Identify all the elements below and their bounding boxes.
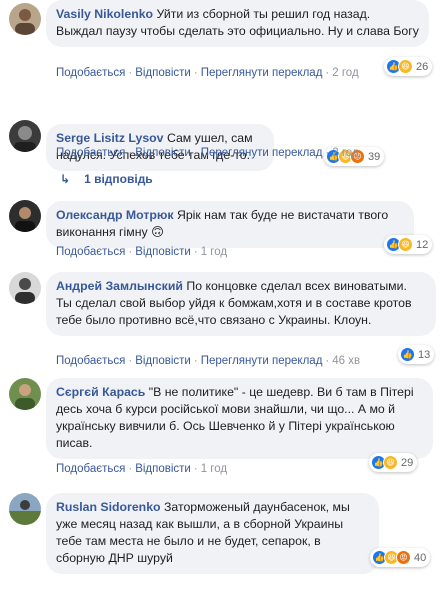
avatar[interactable] <box>9 3 41 35</box>
comment-author[interactable]: Сєргєй Карась <box>56 385 145 399</box>
reply-arrow-icon: ↳ <box>60 172 71 186</box>
separator: · <box>193 67 198 79</box>
comment-author[interactable]: Serge Lisitz Lysov <box>56 131 164 145</box>
like-link[interactable]: Подобається <box>56 463 125 475</box>
comment-bubble: Сєргєй Карась "В не политике" - це шедев… <box>46 378 433 459</box>
avatar[interactable] <box>9 120 41 152</box>
comment-actions: Подобається · Відповісти · Переглянути перек… <box>56 355 360 367</box>
avatar[interactable] <box>9 493 41 525</box>
comment-time[interactable]: 2 год <box>332 147 358 159</box>
reaction-count: 40 <box>414 551 427 564</box>
comment-time[interactable]: 2 год <box>332 67 358 79</box>
reaction-count: 12 <box>416 238 429 251</box>
comment-author[interactable]: Ruslan Sidorenko <box>56 500 161 514</box>
comment-bubble: Андрей Замлынский По концовке сделал все… <box>46 272 436 336</box>
separator: · <box>128 67 133 79</box>
separator: · <box>325 147 330 159</box>
like-link[interactable]: Подобається <box>56 67 125 79</box>
replies-count: 1 відповідь <box>84 172 153 186</box>
avatar[interactable] <box>9 272 41 304</box>
comment-actions: Подобається · Відповісти · Переглянути перек… <box>56 147 359 159</box>
haha-reaction-icon: 😆 <box>398 59 413 74</box>
angry-reaction-icon: 😡 <box>396 550 411 565</box>
comment-time[interactable]: 1 год <box>201 246 227 258</box>
separator: · <box>193 463 198 475</box>
avatar[interactable] <box>9 200 41 232</box>
comment-actions: Подобається · Відповісти · Переглянути перек… <box>56 67 359 79</box>
reaction-summary[interactable]: 👍 13 <box>398 345 435 364</box>
comment-author[interactable]: Олександр Мотрюк <box>56 208 174 222</box>
comment-actions: Подобається · Відповісти · 1 год <box>56 463 227 475</box>
like-reaction-icon: 👍 <box>400 347 415 362</box>
reaction-count: 13 <box>418 348 431 361</box>
like-link[interactable]: Подобається <box>56 147 125 159</box>
haha-reaction-icon: 😆 <box>398 237 413 252</box>
see-translation-link[interactable]: Переглянути переклад <box>201 147 323 159</box>
reaction-summary[interactable]: 👍 😆 26 <box>384 57 433 76</box>
reply-link[interactable]: Відповісти <box>135 67 191 79</box>
avatar[interactable] <box>9 378 41 410</box>
reaction-count: 29 <box>401 456 414 469</box>
separator: · <box>325 67 330 79</box>
comment-actions: Подобається · Відповісти · 1 год <box>56 246 227 258</box>
reply-link[interactable]: Відповісти <box>135 355 191 367</box>
see-translation-link[interactable]: Переглянути переклад <box>201 355 323 367</box>
separator: · <box>128 147 133 159</box>
comment-time[interactable]: 1 год <box>201 463 227 475</box>
reply-link[interactable]: Відповісти <box>135 463 191 475</box>
reaction-summary[interactable]: 👍 😆 29 <box>369 453 418 472</box>
comment-bubble: Vasily Nikolenko Уйти из сборной ты реши… <box>46 0 429 47</box>
like-link[interactable]: Подобається <box>56 355 125 367</box>
reaction-summary[interactable]: 👍 😆 😡 40 <box>370 548 431 567</box>
like-link[interactable]: Подобається <box>56 246 125 258</box>
comment-author[interactable]: Андрей Замлынский <box>56 279 183 293</box>
haha-reaction-icon: 😆 <box>383 455 398 470</box>
separator: · <box>193 355 198 367</box>
separator: · <box>128 463 133 475</box>
separator: · <box>325 355 330 367</box>
reaction-count: 39 <box>368 150 381 163</box>
view-replies-link[interactable]: ↳ 1 відповідь <box>60 172 153 186</box>
comment-author[interactable]: Vasily Nikolenko <box>56 7 153 21</box>
comment-bubble: Ruslan Sidorenko Заторможеный даунбасено… <box>46 493 379 574</box>
reply-link[interactable]: Відповісти <box>135 246 191 258</box>
reaction-count: 26 <box>416 60 429 73</box>
separator: · <box>193 147 198 159</box>
reaction-summary[interactable]: 👍 😆 12 <box>384 235 433 254</box>
see-translation-link[interactable]: Переглянути переклад <box>201 67 323 79</box>
separator: · <box>128 355 133 367</box>
reply-link[interactable]: Відповісти <box>135 147 191 159</box>
comment-time[interactable]: 46 хв <box>332 355 360 367</box>
separator: · <box>128 246 133 258</box>
comment-bubble: Олександр Мотрюк Ярік нам так буде не ви… <box>46 201 414 248</box>
separator: · <box>193 246 198 258</box>
